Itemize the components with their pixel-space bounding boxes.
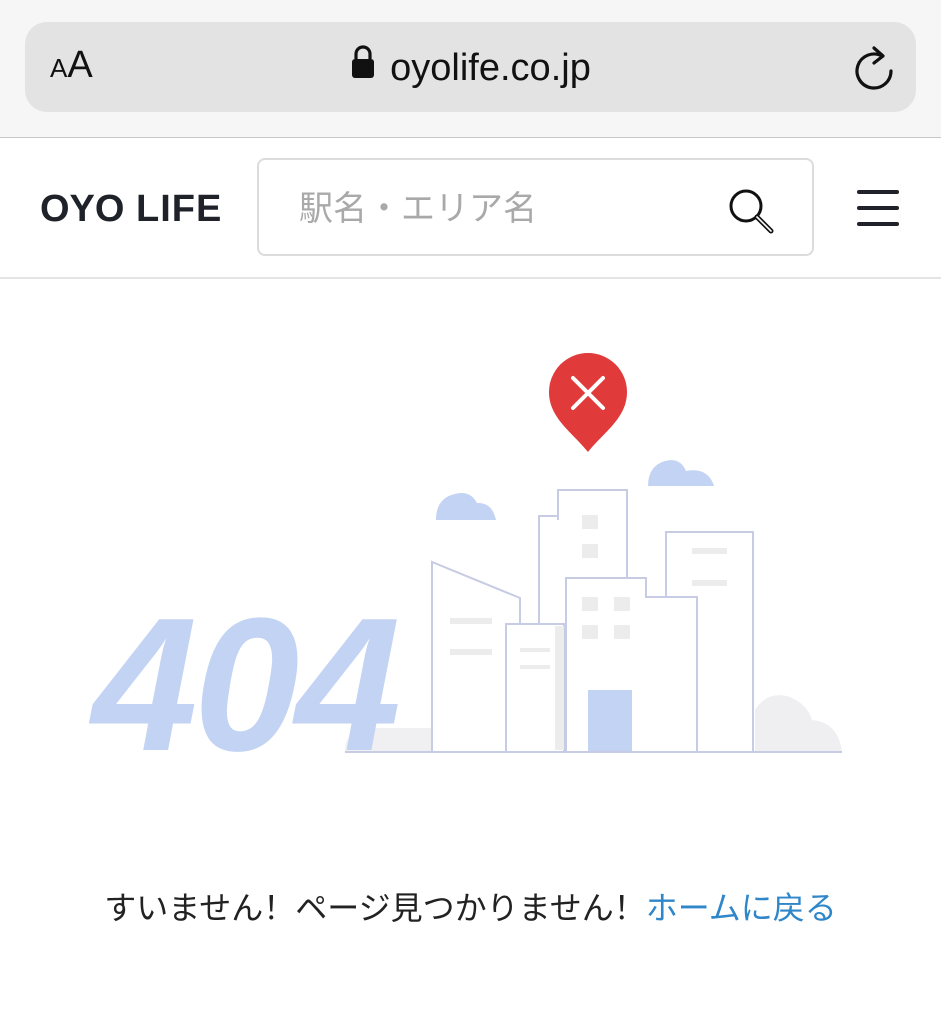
error-message-line: すいません！ページ見つかりません！ホームに戻る: [0, 884, 941, 932]
search-input[interactable]: [299, 186, 699, 232]
error-message: すいません！ページ見つかりません！: [104, 889, 646, 927]
logo-life-text: LIFE: [136, 188, 223, 230]
oyo-life-logo[interactable]: OYO LIFE: [40, 187, 222, 231]
search-box[interactable]: [257, 158, 814, 256]
cloud-left: [436, 493, 496, 520]
lock-icon: [350, 45, 376, 89]
site-header: OYO LIFE: [0, 139, 941, 279]
door: [588, 690, 632, 752]
reload-icon[interactable]: [852, 44, 896, 96]
hamburger-menu-icon[interactable]: [857, 190, 899, 226]
url-display[interactable]: oyolife.co.jp: [0, 45, 941, 92]
cloud-right: [648, 460, 714, 486]
home-link[interactable]: ホームに戻る: [646, 889, 837, 927]
browser-toolbar: AA oyolife.co.jp: [0, 0, 941, 138]
error-pin-icon: [549, 353, 627, 452]
logo-oyo-text: OYO: [40, 188, 125, 230]
error-code-404: 404: [92, 579, 401, 791]
search-icon[interactable]: [726, 186, 776, 240]
url-text: oyolife.co.jp: [390, 47, 591, 89]
